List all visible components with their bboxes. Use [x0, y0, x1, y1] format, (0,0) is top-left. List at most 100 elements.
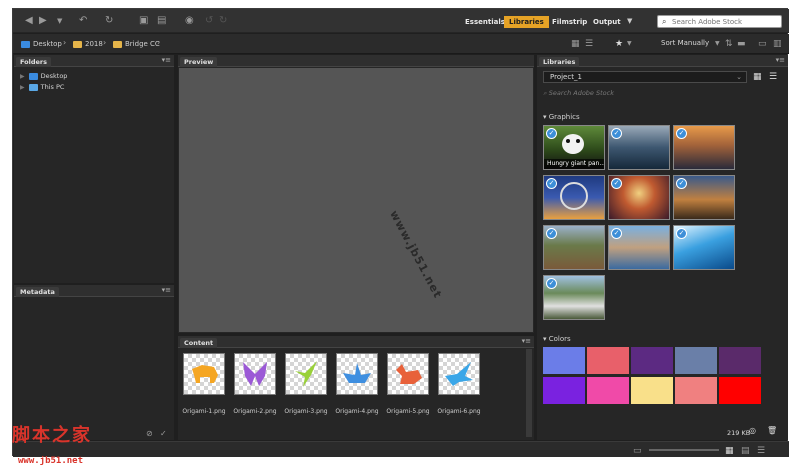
check-icon[interactable]: ✓ [546, 228, 557, 239]
color-swatch[interactable] [543, 347, 585, 374]
content-thumbnail[interactable] [387, 353, 429, 395]
tab-output[interactable]: Output [588, 16, 626, 28]
view-grid-icon[interactable]: ▦ [571, 37, 580, 50]
panel-menu-icon[interactable]: ▾≡ [162, 286, 171, 294]
apply-icon[interactable]: ✓ [160, 427, 167, 440]
check-icon[interactable]: ✓ [546, 278, 557, 289]
graphics-section-title[interactable]: ▾ Graphics [543, 113, 580, 121]
workspace-dropdown-icon[interactable]: ▼ [627, 14, 632, 27]
content-thumbnail[interactable] [234, 353, 276, 395]
content-thumbnail[interactable] [438, 353, 480, 395]
graphic-item-sparkles[interactable]: ✓ [608, 175, 670, 220]
graphic-item-canal[interactable]: ✓ [673, 175, 735, 220]
panel-menu-icon[interactable]: ▾≡ [522, 337, 531, 345]
delete-icon[interactable]: ▥ [773, 37, 782, 50]
view-list-icon[interactable]: ☰ [585, 37, 593, 50]
computer-icon [28, 83, 38, 91]
trash-icon[interactable]: 🗑 [767, 424, 777, 437]
content-scrollbar[interactable] [526, 349, 532, 437]
stock-search-box[interactable]: ⌕ [657, 15, 782, 28]
expand-arrow-icon[interactable]: ▶ [20, 73, 25, 80]
graphic-item-panda[interactable]: ✓ Hungry giant pan... [543, 125, 605, 170]
graphic-caption: Hungry giant pan... [544, 159, 604, 169]
check-icon[interactable]: ✓ [611, 178, 622, 189]
path-bar: Desktop › 2018 › Bridge CC › ▦ ☰ ★ ▼ Sor… [13, 34, 789, 54]
sort-dropdown[interactable]: Sort Manually [661, 39, 709, 47]
sort-direction-icon[interactable]: ⇅ [725, 37, 733, 50]
preview-area[interactable]: www.jb51.net [179, 68, 533, 332]
panel-menu-icon[interactable]: ▾≡ [776, 56, 785, 64]
new-folder-icon[interactable]: ▭ [758, 37, 767, 50]
breadcrumb-2018[interactable]: 2018 [73, 39, 103, 49]
view-list-icon[interactable]: ☰ [757, 444, 765, 457]
graphic-item-bridge[interactable]: ✓ [543, 225, 605, 270]
sort-dropdown-icon[interactable]: ▼ [715, 37, 720, 50]
folder-item-this-pc[interactable]: ▶ This PC [20, 82, 64, 92]
stock-icon[interactable]: ◎ [749, 424, 756, 437]
open-folder-icon[interactable]: ▬ [737, 37, 746, 50]
breadcrumb-desktop[interactable]: Desktop [21, 39, 62, 49]
graphic-item-surfer[interactable]: ✓ [673, 225, 735, 270]
tab-folders[interactable]: Folders [16, 57, 52, 67]
check-icon[interactable]: ✓ [676, 228, 687, 239]
breadcrumb-bridge-cc[interactable]: Bridge CC [113, 39, 160, 49]
tab-libraries[interactable]: Libraries [504, 16, 549, 28]
boomerang-icon[interactable]: ↶ [79, 14, 87, 27]
back-icon[interactable]: ◀ [25, 14, 33, 27]
view-thumbnails-icon[interactable]: ▦ [725, 444, 734, 457]
content-thumbnail[interactable] [183, 353, 225, 395]
color-swatch[interactable] [719, 377, 761, 404]
refine-icon[interactable]: ▤ [157, 14, 166, 27]
list-view-icon[interactable]: ☰ [769, 70, 777, 83]
tab-preview[interactable]: Preview [180, 57, 218, 67]
graphic-item-ferris-wheel[interactable]: ✓ [543, 175, 605, 220]
color-swatch[interactable] [631, 347, 673, 374]
panel-menu-icon[interactable]: ▾≡ [162, 56, 171, 64]
thumbnail-size-slider[interactable] [649, 449, 719, 451]
folder-item-desktop[interactable]: ▶ Desktop [20, 71, 67, 81]
forward-icon[interactable]: ▶ [39, 14, 47, 27]
rotate-right-icon[interactable]: ↻ [219, 14, 227, 27]
chevron-right-icon: › [157, 38, 161, 47]
color-swatch[interactable] [719, 347, 761, 374]
grid-view-icon[interactable]: ▦ [753, 70, 762, 83]
expand-arrow-icon[interactable]: ▶ [20, 84, 25, 91]
color-swatch[interactable] [587, 347, 629, 374]
tab-content[interactable]: Content [180, 338, 218, 348]
star-filter-icon[interactable]: ★ [615, 37, 623, 50]
colors-section-title[interactable]: ▾ Colors [543, 335, 571, 343]
recent-dropdown-icon[interactable]: ▼ [57, 14, 62, 27]
stock-search-input[interactable] [672, 17, 778, 27]
tab-essentials[interactable]: Essentials [460, 16, 510, 28]
check-icon[interactable]: ✓ [676, 178, 687, 189]
graphic-item-coastal-town[interactable]: ✓ [608, 225, 670, 270]
filter-dropdown-icon[interactable]: ▼ [627, 37, 632, 50]
check-icon[interactable]: ✓ [676, 128, 687, 139]
graphic-item-waterfall[interactable]: ✓ [543, 275, 605, 320]
color-swatch[interactable] [675, 377, 717, 404]
rotate-left-icon[interactable]: ↺ [205, 14, 213, 27]
rotate-icon[interactable]: ↻ [105, 14, 113, 27]
color-swatch[interactable] [543, 377, 585, 404]
library-search[interactable]: ⌕ Search Adobe Stock [543, 89, 773, 101]
check-icon[interactable]: ✓ [546, 178, 557, 189]
tab-filmstrip[interactable]: Filmstrip [547, 16, 592, 28]
view-details-icon[interactable]: ▤ [741, 444, 750, 457]
content-thumbnail[interactable] [336, 353, 378, 395]
open-recent-icon[interactable]: ◉ [185, 14, 194, 27]
thumbnail-size-small-icon[interactable]: ▭ [633, 444, 642, 457]
check-icon[interactable]: ✓ [546, 128, 557, 139]
content-thumbnail[interactable] [285, 353, 327, 395]
check-icon[interactable]: ✓ [611, 228, 622, 239]
graphic-item-aerial-city[interactable]: ✓ [608, 125, 670, 170]
graphic-item-sunset-city[interactable]: ✓ [673, 125, 735, 170]
settings-icon[interactable]: ⊘ [146, 427, 153, 440]
tab-libraries-panel[interactable]: Libraries [539, 57, 580, 67]
color-swatch[interactable] [631, 377, 673, 404]
color-swatch[interactable] [675, 347, 717, 374]
color-swatch[interactable] [587, 377, 629, 404]
library-dropdown[interactable]: Project_1 ⌄ [543, 71, 747, 83]
check-icon[interactable]: ✓ [611, 128, 622, 139]
camera-icon[interactable]: ▣ [139, 14, 148, 27]
tab-metadata[interactable]: Metadata [16, 287, 59, 297]
